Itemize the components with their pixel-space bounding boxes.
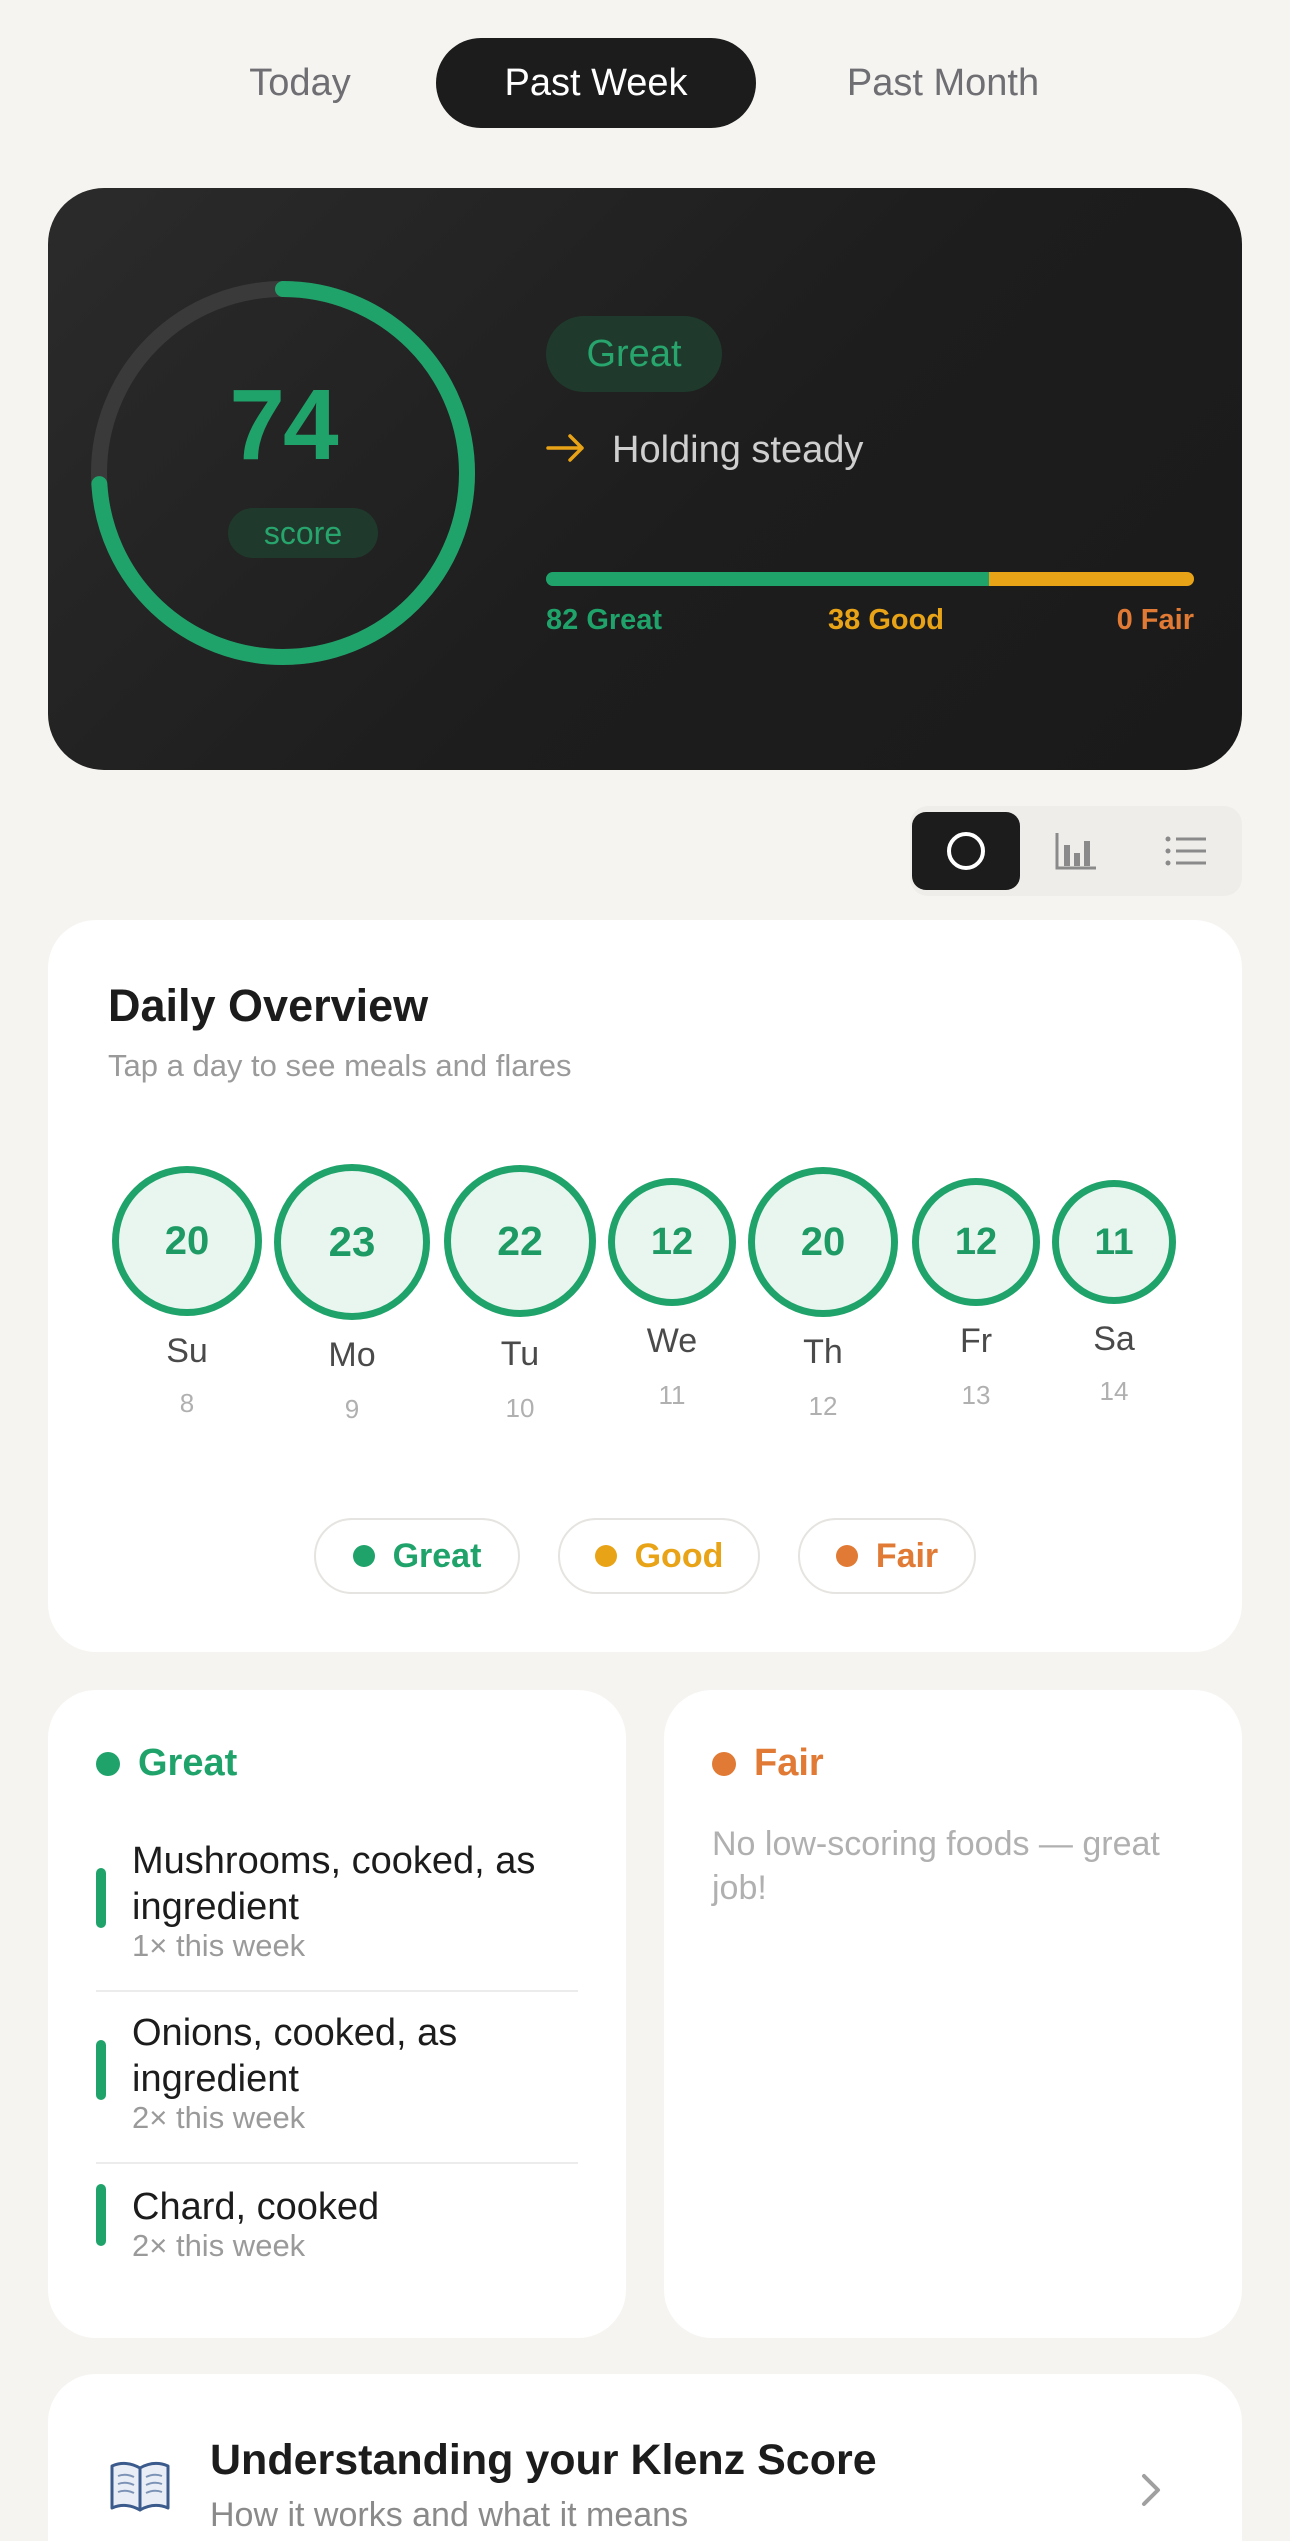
view-ring-button[interactable] (912, 812, 1020, 890)
food-name: Chard, cooked (132, 2186, 380, 2228)
score-value: 74 (229, 369, 338, 481)
trend: Holding steady (546, 420, 863, 480)
great-dot-icon (352, 1545, 375, 1567)
day-date: 10 (505, 1393, 535, 1423)
great-dot-icon (96, 1751, 120, 1776)
book-icon (110, 2461, 170, 2512)
fair-count: 0 Fair (1116, 604, 1194, 636)
fair-dot-icon (712, 1751, 736, 1776)
fair-foods-card: Fair No low-scoring foods — great job! (664, 1690, 1242, 2338)
fair-dot-icon (835, 1545, 858, 1567)
score-card: 74 score Great Holding steady 82 Great 3… (48, 188, 1242, 770)
distribution-good-segment (988, 572, 1194, 586)
legend-label: Great (392, 1536, 482, 1575)
day-date: 14 (1099, 1376, 1129, 1406)
score-label: score (228, 508, 378, 558)
day-date: 9 (344, 1394, 360, 1424)
day-name: Th (803, 1333, 843, 1371)
day-date: 12 (808, 1391, 838, 1421)
day-wednesday[interactable]: 12 We 11 (608, 1178, 736, 1418)
day-date: 8 (179, 1388, 195, 1418)
overview-title: Daily Overview (108, 980, 429, 1031)
great-foods-header: Great (96, 1742, 237, 1785)
day-tuesday[interactable]: 22 Tu 10 (444, 1165, 596, 1429)
legend-label: Good (634, 1536, 724, 1575)
list-icon (1165, 836, 1206, 866)
day-name: Tu (500, 1335, 540, 1373)
day-score: 12 (912, 1178, 1040, 1306)
status-badge: Great (546, 316, 722, 392)
score-ring: 74 score (88, 278, 478, 668)
klenz-score-info-card[interactable]: Understanding your Klenz Score How it wo… (48, 2374, 1242, 2541)
divider (96, 2162, 578, 2164)
overview-subtitle: Tap a day to see meals and flares (108, 1048, 572, 1083)
day-name: Fr (959, 1322, 993, 1360)
day-date: 11 (658, 1380, 686, 1410)
legend-label: Fair (875, 1536, 939, 1575)
bar-chart-icon (1055, 833, 1096, 870)
great-indicator-bar (96, 2184, 106, 2246)
day-date: 13 (961, 1380, 991, 1410)
day-score: 23 (274, 1164, 430, 1320)
circle-icon (947, 832, 985, 870)
great-count: 82 Great (546, 604, 663, 636)
food-name: Onions, cooked, as ingredient (132, 2012, 458, 2100)
tab-today[interactable]: Today (200, 38, 400, 128)
day-thursday[interactable]: 20 Th 12 (748, 1167, 898, 1429)
period-tabs: Today Past Week Past Month (0, 38, 1290, 128)
day-friday[interactable]: 12 Fr 13 (912, 1178, 1040, 1418)
great-indicator-bar (96, 2040, 106, 2100)
good-count: 38 Good (828, 604, 945, 636)
food-item[interactable]: Mushrooms, cooked, as ingredient 1× this… (96, 1838, 576, 1963)
day-score: 20 (748, 1167, 898, 1317)
day-name: Mo (328, 1336, 376, 1374)
info-title: Understanding your Klenz Score (210, 2436, 877, 2484)
klenz-score-screen: Today Past Week Past Month 74 score Grea… (0, 0, 1290, 2541)
chevron-right-icon (1142, 2474, 1160, 2506)
fair-foods-header: Fair (712, 1742, 824, 1785)
food-count: 1× this week (132, 1928, 306, 1963)
day-name: Su (166, 1332, 208, 1370)
food-item[interactable]: Chard, cooked 2× this week (96, 2184, 576, 2264)
legend-fair: Fair (798, 1518, 976, 1594)
tab-past-month[interactable]: Past Month (798, 38, 1088, 128)
trend-text: Holding steady (612, 428, 864, 471)
food-name: Mushrooms, cooked, as ingredient (132, 1840, 536, 1928)
fair-foods-title: Fair (754, 1742, 824, 1784)
great-indicator-bar (96, 1868, 106, 1928)
view-bar-chart-button[interactable] (1022, 812, 1130, 890)
great-foods-card: Great Mushrooms, cooked, as ingredient 1… (48, 1690, 626, 2338)
day-score: 12 (608, 1178, 736, 1306)
day-score: 20 (112, 1166, 262, 1316)
day-saturday[interactable]: 11 Sa 14 (1052, 1180, 1176, 1420)
distribution-bar (546, 572, 1194, 586)
distribution-great-segment (546, 572, 989, 586)
day-score: 11 (1052, 1180, 1176, 1304)
tab-past-week[interactable]: Past Week (436, 38, 756, 128)
great-foods-title: Great (138, 1742, 238, 1784)
view-toggle (910, 806, 1242, 896)
view-list-button[interactable] (1132, 812, 1240, 890)
legend-great: Great (314, 1518, 520, 1594)
food-count: 2× this week (132, 2100, 306, 2135)
daily-overview-card: Daily Overview Tap a day to see meals an… (48, 920, 1242, 1652)
distribution-labels: 82 Great 38 Good 0 Fair (546, 604, 1194, 648)
day-monday[interactable]: 23 Mo 9 (274, 1164, 430, 1430)
legend-good: Good (558, 1518, 760, 1594)
food-count: 2× this week (132, 2228, 306, 2263)
good-dot-icon (594, 1545, 617, 1567)
arrow-right-icon (546, 428, 586, 473)
day-name: We (646, 1322, 698, 1360)
info-subtitle: How it works and what it means (210, 2496, 689, 2534)
fair-empty-message: No low-scoring foods — great job! (712, 1825, 1160, 1907)
day-sunday[interactable]: 20 Su 8 (112, 1166, 262, 1426)
food-item[interactable]: Onions, cooked, as ingredient 2× this we… (96, 2010, 576, 2135)
day-score: 22 (444, 1165, 596, 1317)
day-name: Sa (1093, 1320, 1135, 1358)
divider (96, 1990, 578, 1992)
